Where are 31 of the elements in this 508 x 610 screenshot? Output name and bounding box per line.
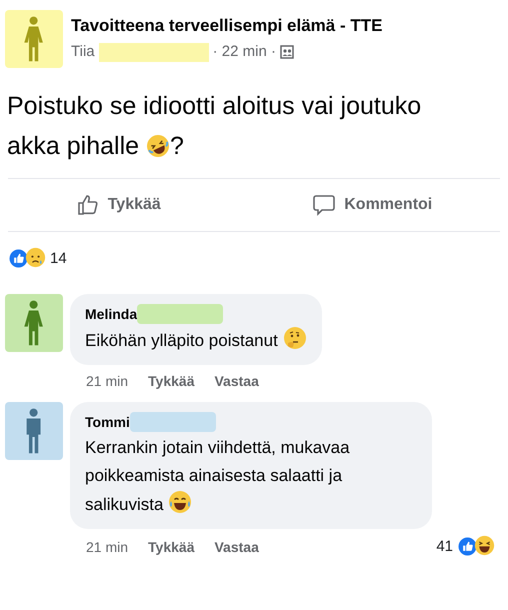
commenter-name[interactable]: Melinda	[85, 304, 138, 324]
rofl-emoji-icon	[146, 134, 170, 158]
avatar[interactable]	[5, 294, 63, 352]
avatar[interactable]	[5, 10, 63, 68]
post-text: Poistuko se idiootti aloitus vai joutuko akka pihalle ?	[6, 91, 422, 162]
comment-button[interactable]: Kommentoi	[304, 193, 440, 217]
commenter-name[interactable]: Tommi	[85, 412, 130, 432]
reaction-count: 41	[436, 537, 453, 558]
thumbs-up-icon	[76, 193, 100, 217]
sad-emoji-icon	[25, 247, 46, 268]
comment-text: Kerrankin jotain viihdettä, mukavaa poikkeamista ainaisesta salaatti ja salikuvista	[85, 437, 351, 516]
reply-link[interactable]: Vastaa	[214, 371, 259, 392]
comment-time: 21 min	[86, 538, 128, 557]
thinking-emoji-icon	[282, 326, 307, 350]
group-name[interactable]: Tavoitteena terveellisempi elämä - TTE	[71, 14, 391, 37]
post-time: · 22 min ·	[212, 42, 276, 62]
avatar[interactable]	[5, 402, 63, 460]
laugh-emoji-icon	[474, 535, 495, 556]
author-name[interactable]: Tiia	[71, 41, 95, 64]
like-button[interactable]: Tykkää	[68, 193, 169, 217]
reaction-count: 14	[50, 249, 67, 270]
like-link[interactable]: Tykkää	[148, 371, 194, 392]
like-link[interactable]: Tykkää	[148, 537, 194, 558]
like-icon	[457, 536, 478, 558]
reply-link[interactable]: Vastaa	[214, 537, 259, 558]
group-members-icon	[280, 45, 294, 60]
comment-time: 21 min	[86, 372, 128, 391]
comment-text: Eiköhän ylläpito poistanut	[85, 326, 307, 355]
joy-emoji-icon	[168, 490, 192, 514]
speech-bubble-icon	[312, 193, 336, 217]
like-icon	[8, 248, 29, 270]
